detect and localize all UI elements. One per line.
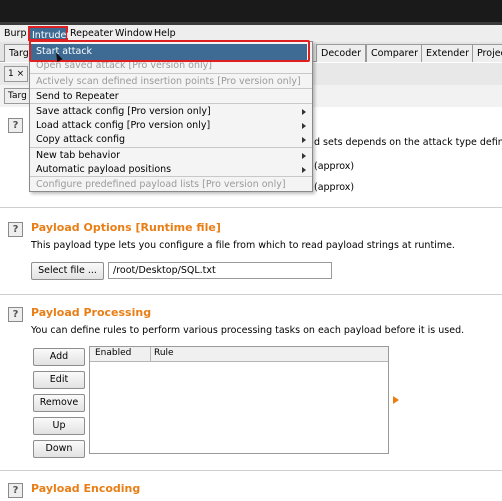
remove-rule-button[interactable]: Remove <box>33 394 85 412</box>
payload-processing-description: You can define rules to perform various … <box>31 325 465 336</box>
column-rule[interactable]: Rule <box>154 348 174 358</box>
help-icon[interactable]: ? <box>8 307 23 322</box>
menu-item-configure-predefined-payload-lists: Configure predefined payload lists [Pro … <box>36 179 286 190</box>
tab-project-options[interactable]: Projec <box>472 44 502 62</box>
menu-item-new-tab-behavior[interactable]: New tab behavior <box>36 150 120 161</box>
move-down-button[interactable]: Down <box>33 440 85 458</box>
menu-separator <box>30 88 312 89</box>
add-rule-button[interactable]: Add <box>33 348 85 366</box>
section-divider <box>0 294 502 295</box>
help-icon[interactable]: ? <box>8 222 23 237</box>
menu-help[interactable]: Help <box>154 28 176 39</box>
expand-arrow-icon[interactable] <box>393 396 399 404</box>
menu-separator <box>30 147 312 148</box>
column-separator <box>150 347 151 362</box>
column-enabled[interactable]: Enabled <box>95 348 131 358</box>
submenu-arrow-icon <box>302 137 306 143</box>
attack-tab-1[interactable]: 1 × <box>4 66 29 82</box>
payload-options-title: Payload Options [Runtime file] <box>31 221 221 234</box>
help-icon[interactable]: ? <box>8 483 23 498</box>
tab-decoder[interactable]: Decoder <box>316 44 366 62</box>
request-count-approx: (approx) <box>314 182 355 193</box>
submenu-arrow-icon <box>302 153 306 159</box>
rules-table[interactable] <box>89 346 389 454</box>
menu-separator <box>30 176 312 177</box>
submenu-arrow-icon <box>302 109 306 115</box>
close-icon[interactable]: × <box>17 69 25 79</box>
submenu-arrow-icon <box>302 123 306 129</box>
menu-item-load-attack-config[interactable]: Load attack config [Pro version only] <box>36 120 210 131</box>
file-path-field[interactable]: /root/Desktop/SQL.txt <box>108 262 332 279</box>
payload-encoding-title: Payload Encoding <box>31 482 141 495</box>
section-divider <box>0 207 502 208</box>
help-icon[interactable]: ? <box>8 118 23 133</box>
move-up-button[interactable]: Up <box>33 417 85 435</box>
menu-window[interactable]: Window <box>115 28 152 39</box>
subtab-target[interactable]: Targ <box>4 88 31 104</box>
annotation-highlight-box <box>29 40 310 62</box>
tab-comparer[interactable]: Comparer <box>366 44 423 62</box>
title-bar <box>0 0 502 22</box>
select-file-button[interactable]: Select file ... <box>31 262 104 280</box>
payload-options-description: This payload type lets you configure a f… <box>31 240 455 251</box>
menu-separator <box>30 73 312 74</box>
payload-sets-description: d sets depends on the attack type define… <box>314 137 502 148</box>
menu-item-actively-scan: Actively scan defined insertion points [… <box>36 76 301 87</box>
attack-tab-number: 1 <box>8 69 14 79</box>
payload-processing-title: Payload Processing <box>31 306 152 319</box>
tab-extender[interactable]: Extender <box>421 44 474 62</box>
menu-item-automatic-payload-positions[interactable]: Automatic payload positions <box>36 164 171 175</box>
menu-item-copy-attack-config[interactable]: Copy attack config <box>36 134 125 145</box>
menu-item-save-attack-config[interactable]: Save attack config [Pro version only] <box>36 106 211 117</box>
menu-repeater[interactable]: Repeater <box>70 28 113 39</box>
menu-item-send-to-repeater[interactable]: Send to Repeater <box>36 91 119 102</box>
rules-table-header <box>90 347 388 362</box>
menu-burp[interactable]: Burp <box>4 28 26 39</box>
menu-intruder[interactable]: Intruder <box>28 26 70 41</box>
payload-count-approx: (approx) <box>314 161 355 172</box>
edit-rule-button[interactable]: Edit <box>33 371 85 389</box>
submenu-arrow-icon <box>302 167 306 173</box>
section-divider <box>0 470 502 471</box>
menu-separator <box>30 103 312 104</box>
